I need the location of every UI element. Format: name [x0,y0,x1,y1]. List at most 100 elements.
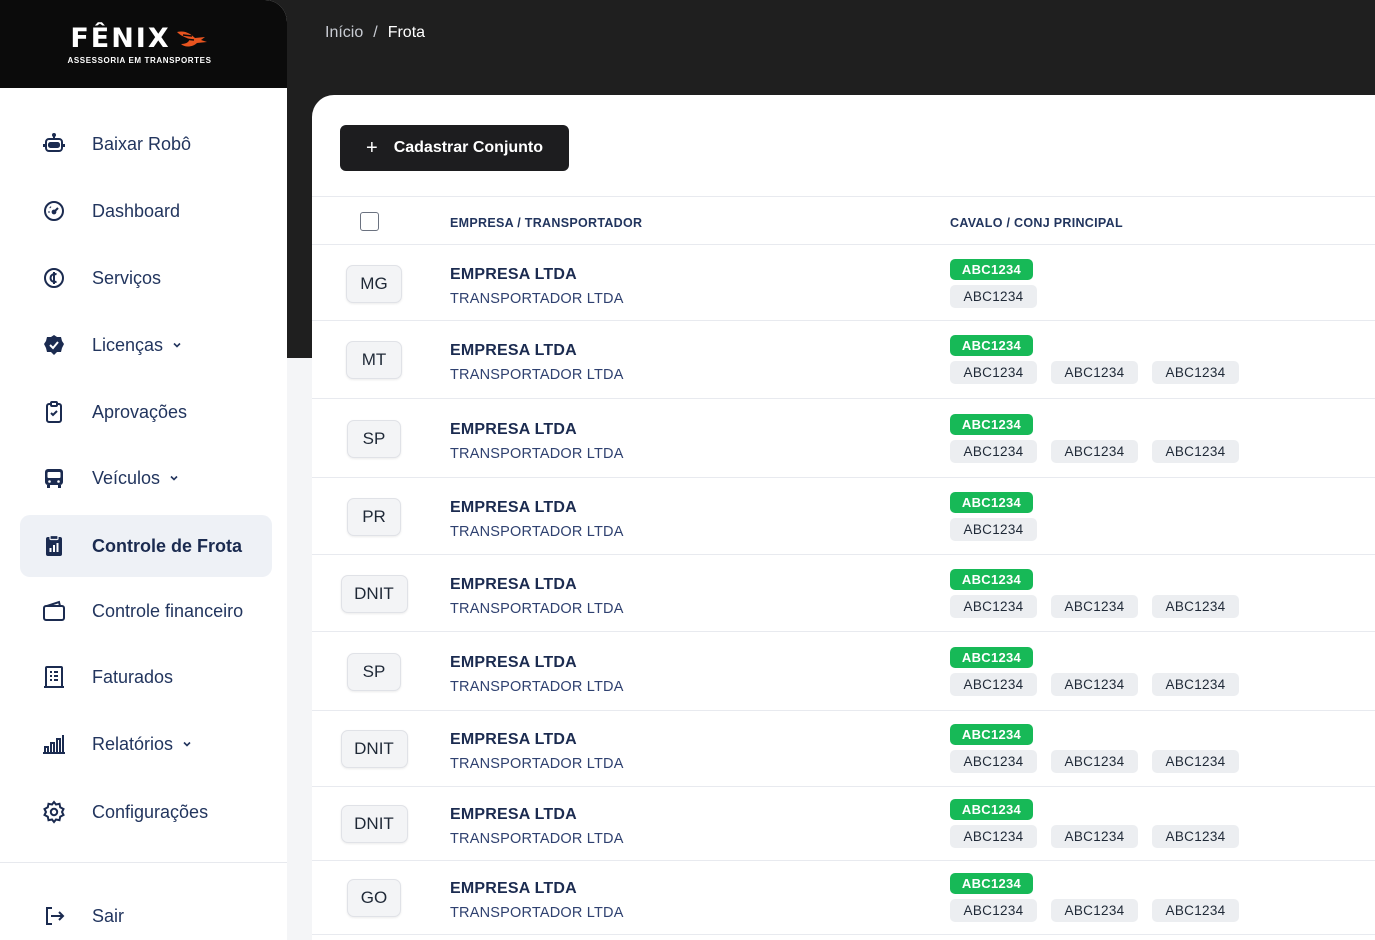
plate-badge[interactable]: ABC1234 [1051,361,1138,384]
wallet-icon [40,597,68,625]
logout-label: Sair [92,905,125,926]
add-conjunto-button[interactable]: + Cadastrar Conjunto [340,125,569,171]
plate-badge[interactable]: ABC1234 [1152,439,1239,463]
plate-badge[interactable]: ABC1234 [950,594,1037,618]
state-badge[interactable]: MT [346,341,402,379]
sidebar-item-licencas[interactable]: Licenças [20,314,272,376]
breadcrumb-separator: / [373,24,378,41]
main-plate-badge[interactable]: ABC1234 [950,258,1033,280]
sidebar-item-controle-financeiro[interactable]: Controle financeiro [20,580,272,642]
sidebar-item-label: Controle financeiro [92,600,244,621]
plate-badge[interactable]: ABC1234 [950,672,1037,696]
plate-badge[interactable]: ABC1234 [950,825,1037,848]
sidebar-item-veiculos[interactable]: Veículos [20,447,272,509]
plate-list: ABC1234 ABC1234 ABC1234 [950,439,1239,463]
sidebar-item-servicos[interactable]: Serviços [20,247,272,309]
sidebar-item-label: Baixar Robô [92,133,192,154]
plate-badge[interactable]: ABC1234 [950,284,1037,308]
state-badge[interactable]: GO [347,879,401,917]
table-row[interactable]: DNIT EMPRESA LTDA TRANSPORTADOR LTDA ABC123… [312,787,1375,861]
clipboard-check-icon [40,398,68,426]
plate-list: ABC1234 [950,284,1037,308]
plate-badge[interactable]: ABC1234 [1152,899,1239,922]
plate-badge[interactable]: ABC1234 [950,361,1037,384]
plate-badge[interactable]: ABC1234 [1152,750,1239,773]
column-header-cavalo[interactable]: CAVALO / CONJ PRINCIPAL [950,216,1123,230]
plate-list: ABC1234 ABC1234 ABC1234 [950,672,1239,696]
state-badge[interactable]: DNIT [340,574,408,613]
bar-chart-icon [40,730,68,758]
state-badge[interactable]: SP [347,652,401,691]
plate-badge[interactable]: ABC1234 [950,899,1037,922]
plate-badge[interactable]: ABC1234 [1051,750,1138,773]
main-plate-badge[interactable]: ABC1234 [950,413,1033,435]
sidebar-item-label: Licenças [92,334,164,355]
plate-badge[interactable]: ABC1234 [1051,899,1138,922]
table-row[interactable]: DNIT EMPRESA LTDA TRANSPORTADOR LTDA ABC123… [312,711,1375,787]
carrier-name: TRANSPORTADOR LTDA [450,523,624,540]
table-row[interactable]: SP EMPRESA LTDA TRANSPORTADOR LTDA ABC1234 A… [312,399,1375,478]
main-plate-badge[interactable]: ABC1234 [950,799,1033,820]
select-all-checkbox[interactable] [360,212,379,231]
plate-badge[interactable]: ABC1234 [1051,672,1138,696]
plate-list: ABC1234 ABC1234 ABC1234 [950,899,1239,922]
plate-badge[interactable]: ABC1234 [1152,825,1239,848]
main-plate-badge[interactable]: ABC1234 [950,568,1033,590]
state-badge[interactable]: MG [346,264,402,303]
main-plate-badge[interactable]: ABC1234 [950,491,1033,513]
plate-badge[interactable]: ABC1234 [1051,594,1138,618]
table-row[interactable]: SP EMPRESA LTDA TRANSPORTADOR LTDA ABC1234 A… [312,632,1375,711]
main-plate-badge[interactable]: ABC1234 [950,724,1033,745]
table-row[interactable]: MT EMPRESA LTDA TRANSPORTADOR LTDA ABC1234 A… [312,321,1375,399]
plate-list: ABC1234 ABC1234 ABC1234 [950,594,1239,618]
main-plate-badge[interactable]: ABC1234 [950,873,1033,894]
plate-badge[interactable]: ABC1234 [950,750,1037,773]
sidebar-item-faturados[interactable]: Faturados [20,646,272,708]
sidebar-item-aprovacoes[interactable]: Aprovações [20,381,272,443]
company-name: EMPRESA LTDA [450,731,577,748]
sidebar-item-configuracoes[interactable]: Configurações [20,781,272,843]
sidebar-item-relatorios[interactable]: Relatórios [20,713,272,775]
plate-badge[interactable]: ABC1234 [1152,361,1239,384]
column-header-empresa[interactable]: EMPRESA / TRANSPORTADOR [450,216,642,230]
plate-badge[interactable]: ABC1234 [1152,672,1239,696]
gear-icon [40,798,68,826]
badge-check-icon [40,331,68,359]
breadcrumb: Início / Frota [325,24,425,42]
invoice-icon [40,663,68,691]
plate-badge[interactable]: ABC1234 [1051,825,1138,848]
main-plate-badge[interactable]: ABC1234 [950,335,1033,356]
company-name: EMPRESA LTDA [450,342,577,359]
table-row[interactable]: PR EMPRESA LTDA TRANSPORTADOR LTDA ABC1234 A… [312,478,1375,555]
main-plate-badge[interactable]: ABC1234 [950,646,1033,668]
sidebar-item-dashboard[interactable]: Dashboard [20,180,272,242]
plate-badge[interactable]: ABC1234 [950,517,1037,541]
state-badge[interactable]: SP [347,419,401,458]
sidebar-item-baixar-robo[interactable]: Baixar Robô [20,113,272,175]
brand-tagline: ASSESSORIA EM TRANSPORTES [67,56,212,65]
services-icon [40,264,68,292]
chevron-down-icon [173,342,181,348]
logout-button[interactable]: Sair [20,885,272,940]
sidebar-item-label: Dashboard [92,200,181,221]
plate-badge[interactable]: ABC1234 [1051,439,1138,463]
brand-logo[interactable]: FÊNIX ASSESSORIA EM TRANSPORTES [0,0,287,88]
state-badge[interactable]: DNIT [340,805,408,843]
table-row[interactable]: GO EMPRESA LTDA TRANSPORTADOR LTDA ABC1234 A… [312,861,1375,935]
table-row[interactable]: DNIT EMPRESA LTDA TRANSPORTADOR LTDA ABC123… [312,555,1375,632]
carrier-name: TRANSPORTADOR LTDA [450,367,624,383]
carrier-name: TRANSPORTADOR LTDA [450,831,624,847]
sidebar-item-label: Veículos [92,467,161,488]
sidebar-item-controle-de-frota[interactable]: Controle de Frota [20,515,272,577]
carrier-name: TRANSPORTADOR LTDA [450,290,624,307]
sidebar-item-label: Serviços [92,267,162,288]
company-name: EMPRESA LTDA [450,265,577,283]
state-badge[interactable]: PR [347,497,401,536]
plate-badge[interactable]: ABC1234 [1152,594,1239,618]
sidebar-divider [0,862,287,863]
breadcrumb-home[interactable]: Início [325,24,363,41]
carrier-name: TRANSPORTADOR LTDA [450,445,624,462]
plate-badge[interactable]: ABC1234 [950,439,1037,463]
table-row[interactable]: MG EMPRESA LTDA TRANSPORTADOR LTDA ABC1234 A… [312,246,1375,321]
state-badge[interactable]: DNIT [340,730,408,768]
